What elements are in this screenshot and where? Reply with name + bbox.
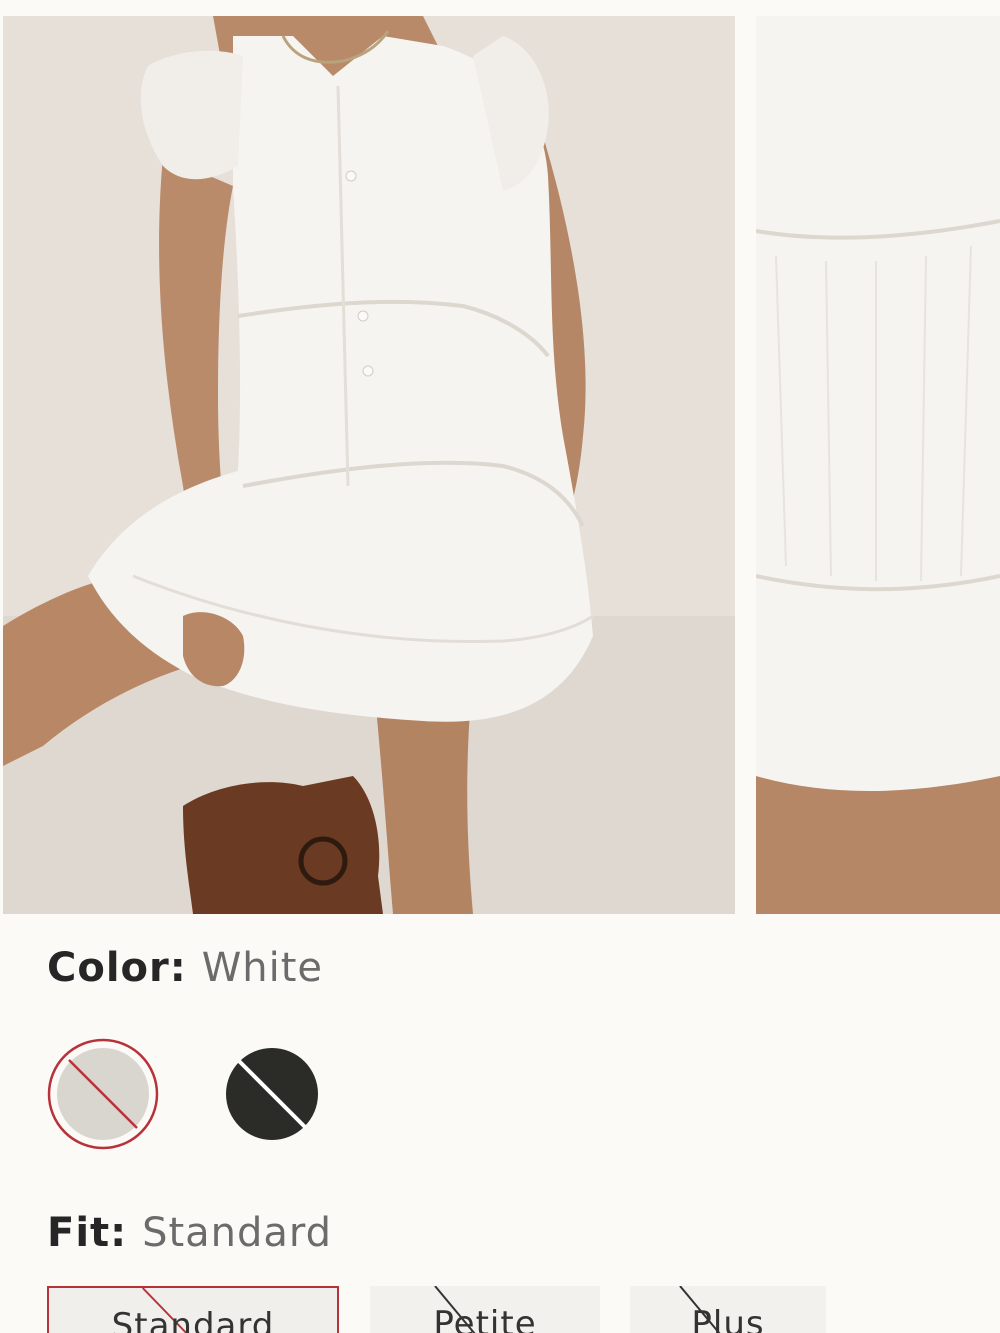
fit-option-standard[interactable]: Standard xyxy=(47,1286,339,1333)
product-image-detail[interactable] xyxy=(756,16,1000,914)
fit-option-plus[interactable]: Plus xyxy=(630,1286,826,1333)
fit-heading: Fit: Standard xyxy=(47,1213,332,1253)
fit-option-label: Standard xyxy=(111,1306,275,1333)
product-page: Color: White Fit: Standard Standard Peti… xyxy=(0,0,1000,1333)
skirt-detail-illustration xyxy=(756,16,1000,914)
fit-option-label: Plus xyxy=(691,1304,765,1333)
product-image-carousel[interactable] xyxy=(3,16,1000,914)
color-label: Color: xyxy=(47,945,187,991)
fit-option-petite[interactable]: Petite xyxy=(370,1286,600,1333)
fit-selected-value: Standard xyxy=(142,1210,333,1256)
product-image-main[interactable] xyxy=(3,16,735,914)
color-swatch-black[interactable] xyxy=(216,1038,328,1150)
fit-label: Fit: xyxy=(47,1210,128,1256)
color-selected-value: White xyxy=(201,945,323,991)
color-swatch-white[interactable] xyxy=(47,1038,159,1150)
dress-photo-illustration xyxy=(3,16,735,914)
color-heading: Color: White xyxy=(47,948,323,988)
fit-option-label: Petite xyxy=(433,1304,537,1333)
